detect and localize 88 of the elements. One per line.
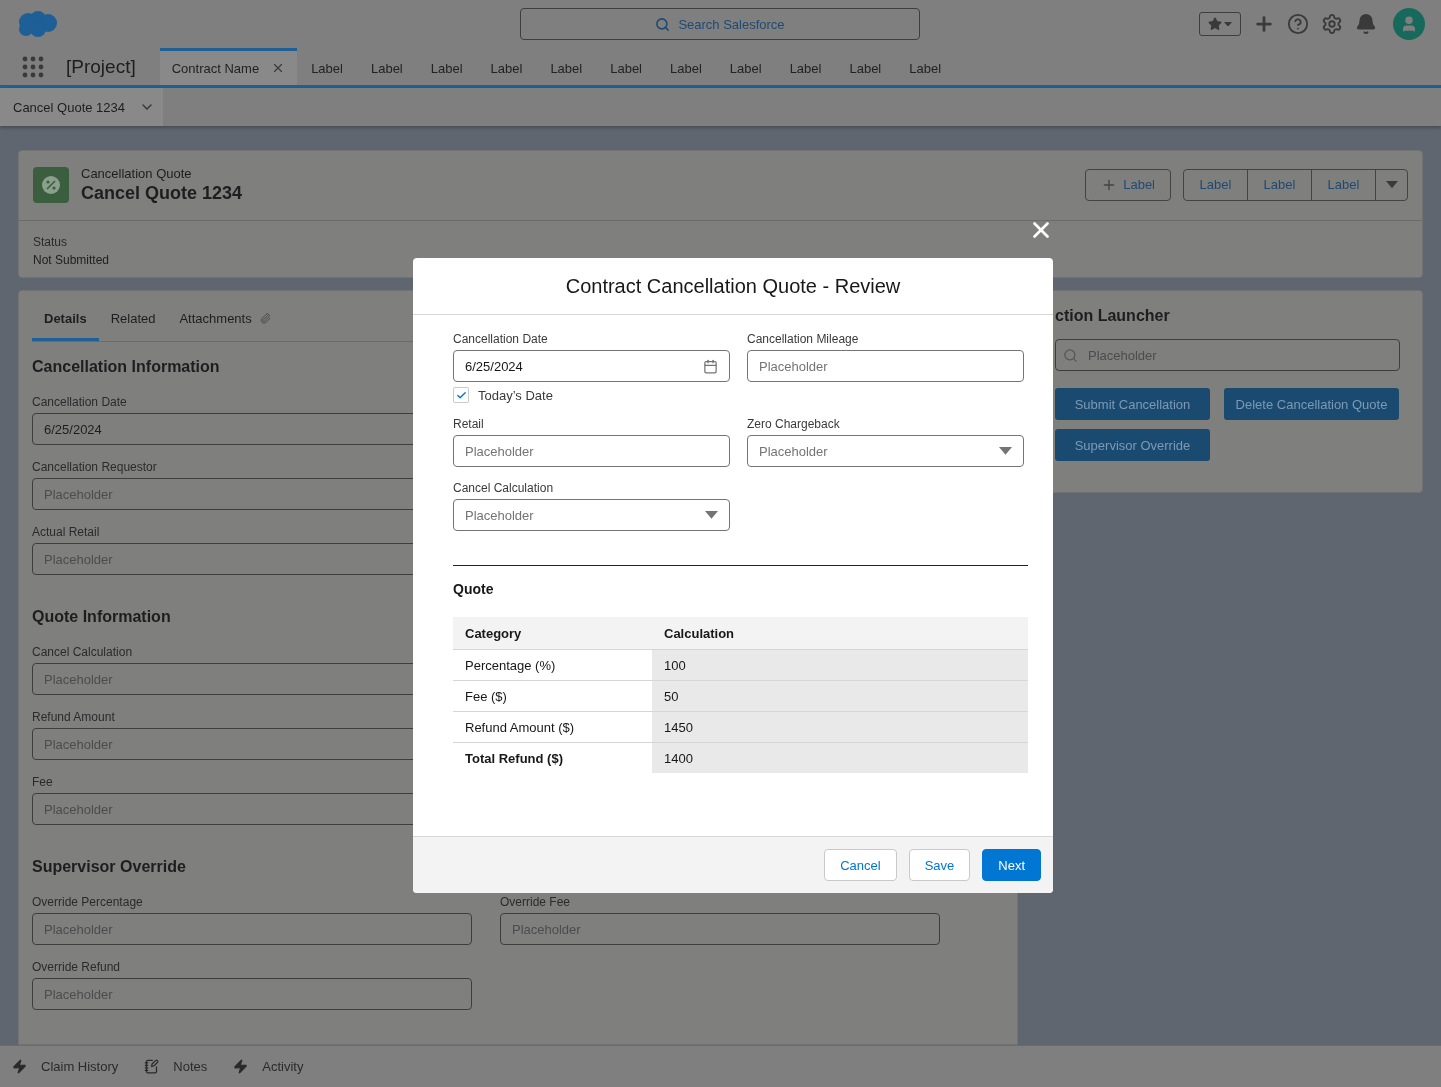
settings-icon[interactable] xyxy=(1321,13,1343,35)
table-cell: 1400 xyxy=(652,742,1028,773)
text-field[interactable]: Placeholder xyxy=(747,350,1024,382)
field-label: Status xyxy=(33,235,69,249)
field-label: Actual Retail xyxy=(32,525,100,539)
field-label: Override Refund xyxy=(32,960,121,974)
field-label: Override Fee xyxy=(500,895,571,909)
field-label: Zero Chargeback xyxy=(747,417,841,431)
nav-tab[interactable]: Label xyxy=(715,48,776,85)
nav-tab[interactable]: Label xyxy=(476,48,537,85)
nav-tab[interactable]: Label xyxy=(895,48,956,85)
nav-tab[interactable]: Contract Name xyxy=(159,48,298,85)
date-field[interactable]: 6/25/2024 xyxy=(453,350,730,382)
caret-icon xyxy=(1385,180,1398,189)
add-button[interactable]: Label xyxy=(1085,168,1171,201)
object-label: Cancellation Quote xyxy=(81,165,193,181)
column-header: Calculation xyxy=(652,617,1028,649)
table-cell: 100 xyxy=(652,649,1028,680)
field-label: Cancellation Date xyxy=(453,332,549,346)
select-field[interactable]: Placeholder xyxy=(453,499,730,531)
nav-tab[interactable]: Label xyxy=(835,48,896,85)
nav-tab[interactable]: Label xyxy=(536,48,597,85)
add-icon[interactable] xyxy=(1253,13,1275,35)
search-field[interactable]: Search Salesforce xyxy=(520,8,920,40)
nav-tab[interactable]: Label xyxy=(356,48,417,85)
action-button[interactable]: Label xyxy=(1248,169,1312,200)
search-icon xyxy=(655,16,671,32)
section-title: Quote xyxy=(453,581,495,597)
app-launcher-icon[interactable] xyxy=(22,55,44,78)
nav-tab[interactable]: Label xyxy=(775,48,836,85)
card-title: ction Launcher xyxy=(1055,307,1171,325)
field-label: Cancellation Mileage xyxy=(747,332,860,346)
nav-tab[interactable]: Label xyxy=(596,48,656,85)
action-button[interactable]: Submit Cancellation xyxy=(1055,388,1210,420)
utility-item[interactable]: Claim History xyxy=(41,1059,119,1074)
caret-icon[interactable] xyxy=(999,447,1012,455)
action-button[interactable]: Supervisor Override xyxy=(1055,429,1210,461)
select-field[interactable]: Placeholder xyxy=(747,435,1024,467)
field-label: Cancellation Requestor xyxy=(32,460,157,474)
record-title: Cancel Quote 1234 xyxy=(81,182,243,204)
section-title: Cancellation Information xyxy=(32,358,220,376)
checkbox[interactable] xyxy=(453,387,469,403)
checkbox-label: Today’s Date xyxy=(478,387,553,403)
check-icon xyxy=(455,389,467,401)
column-header: Category xyxy=(453,617,652,649)
utility-item[interactable]: Notes xyxy=(173,1059,208,1074)
details-tab[interactable]: Details xyxy=(32,291,99,341)
caret-icon xyxy=(1224,21,1232,27)
field-label: Cancellation Date xyxy=(32,395,127,409)
field-label: Cancel Calculation xyxy=(32,645,133,659)
avatar[interactable] xyxy=(1393,8,1425,40)
field-label: Override Percentage xyxy=(32,895,143,909)
text-field[interactable]: Placeholder xyxy=(453,435,730,467)
footer-button[interactable]: Save xyxy=(908,849,971,881)
percent-badge-icon xyxy=(33,166,69,203)
star-icon xyxy=(1208,17,1222,31)
app-name: [Project] xyxy=(66,55,136,78)
action-button[interactable]: Delete Cancellation Quote xyxy=(1224,388,1399,420)
details-tab[interactable]: Related xyxy=(98,291,168,341)
field-label: Fee xyxy=(32,775,53,789)
field-label: Refund Amount xyxy=(32,710,115,724)
action-button[interactable]: Label xyxy=(1312,169,1376,200)
notebook-icon xyxy=(144,1059,160,1074)
paperclip-icon xyxy=(259,313,271,324)
footer-button[interactable]: Cancel xyxy=(824,849,897,881)
modal-title: Contract Cancellation Quote - Review xyxy=(565,274,901,298)
caret-icon[interactable] xyxy=(705,511,718,519)
record-tab[interactable]: Cancel Quote 1234 xyxy=(0,88,163,126)
nav-tab[interactable]: Label xyxy=(297,48,357,85)
search-icon xyxy=(1063,347,1078,363)
table-cell: 50 xyxy=(652,680,1028,711)
bolt-icon xyxy=(12,1059,27,1074)
nav-tab[interactable]: Label xyxy=(416,48,477,85)
action-button[interactable]: Label xyxy=(1184,169,1248,200)
details-tab[interactable]: Attachments xyxy=(167,291,283,341)
bell-icon[interactable] xyxy=(1355,13,1377,35)
help-icon[interactable] xyxy=(1287,13,1309,35)
field-value: Not Submitted xyxy=(33,253,110,267)
calendar-icon[interactable] xyxy=(703,358,718,374)
cloud-logo[interactable] xyxy=(16,10,58,38)
bolt-icon xyxy=(233,1059,249,1074)
utility-item[interactable]: Activity xyxy=(262,1059,304,1074)
favorites-button[interactable] xyxy=(1199,12,1241,36)
section-title: Supervisor Override xyxy=(32,858,186,876)
section-title: Quote Information xyxy=(32,608,171,626)
next-button[interactable]: Next xyxy=(982,849,1041,881)
table-cell: 1450 xyxy=(652,711,1028,742)
nav-tab[interactable]: Label xyxy=(656,48,716,85)
